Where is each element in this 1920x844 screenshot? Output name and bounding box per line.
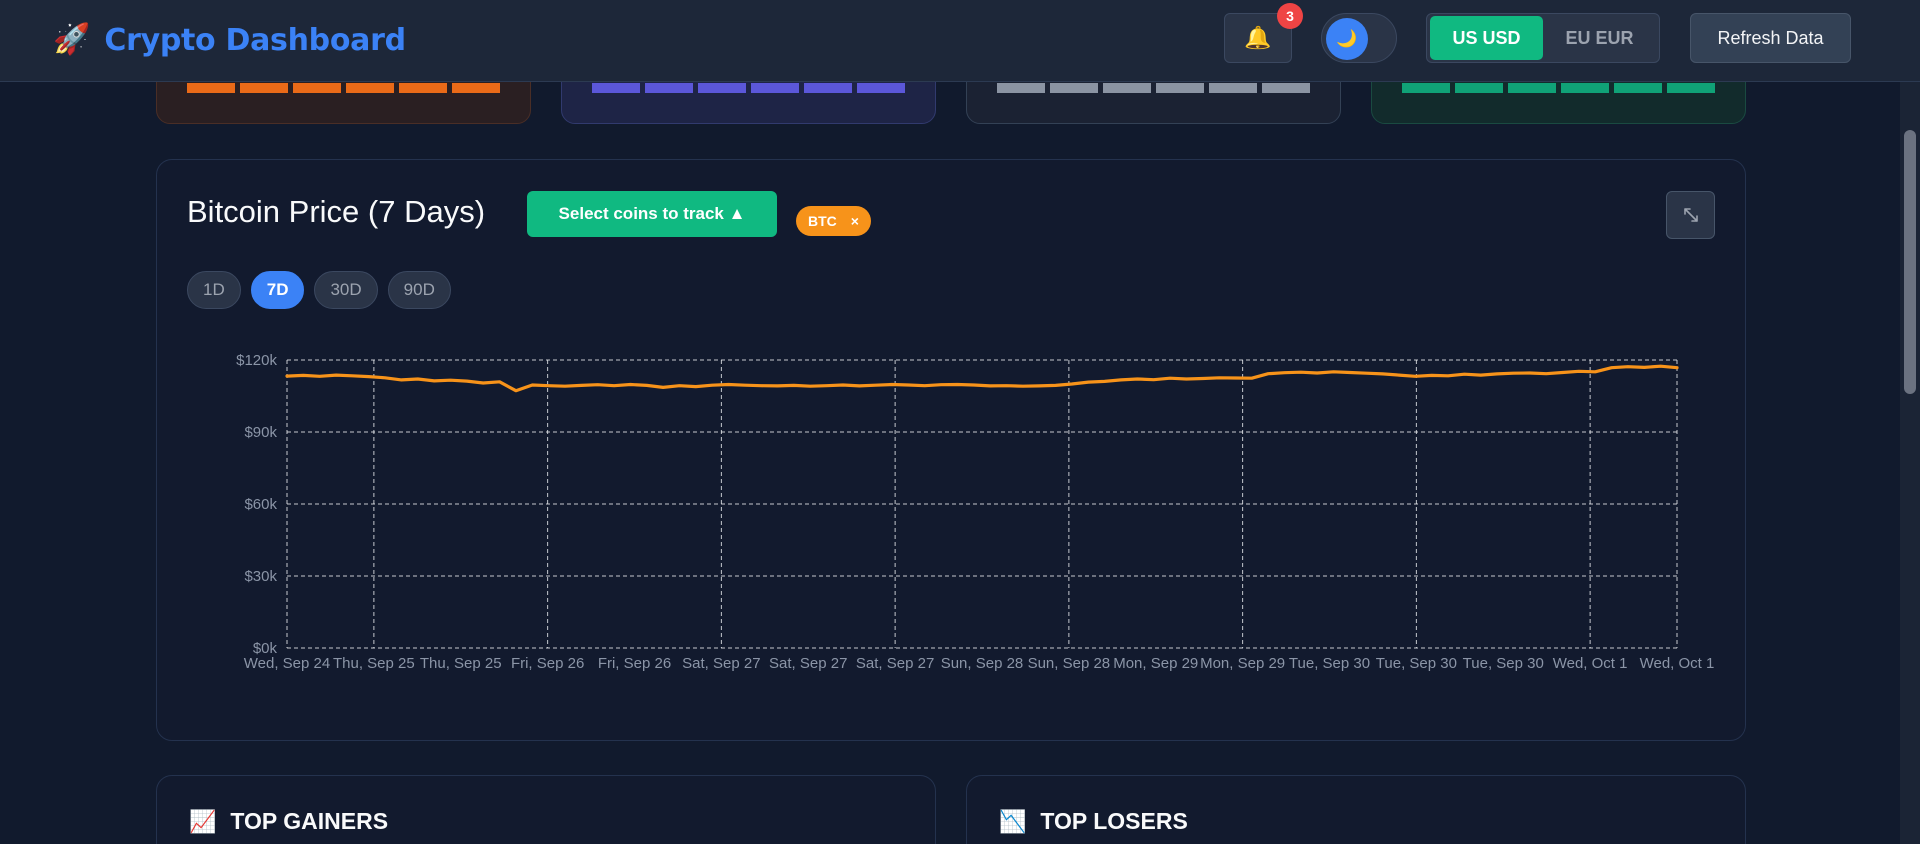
stat-bar: [645, 83, 693, 93]
price-line-chart[interactable]: $0k$30k$60k$90k$120kWed, Sep 24 Thu, Sep …: [157, 160, 1747, 742]
x-tick-label: Mon, Sep 29: [1200, 655, 1285, 672]
x-tick-label: Sat, Sep 27: [856, 655, 934, 672]
x-tick-label: Sun, Sep 28: [1028, 655, 1111, 672]
stat-bar: [1561, 83, 1609, 93]
scrollbar-thumb[interactable]: [1904, 130, 1916, 394]
x-tick-label: Sun, Sep 28: [941, 655, 1024, 672]
stat-card-1-sparkline: [187, 83, 500, 93]
x-tick-label: Mon, Sep 29: [1113, 655, 1198, 672]
stat-bar: [293, 83, 341, 93]
refresh-data-button[interactable]: Refresh Data: [1690, 13, 1851, 63]
stat-bar: [1209, 83, 1257, 93]
stat-card-2-sparkline: [592, 83, 905, 93]
stat-bar: [1050, 83, 1098, 93]
page-scrollbar[interactable]: [1900, 0, 1920, 844]
top-gainers-card: 📈 TOP GAINERS: [156, 775, 936, 844]
currency-switch: US USD EU EUR: [1426, 13, 1660, 63]
chart-up-icon: 📈: [189, 808, 217, 834]
stat-bar: [804, 83, 852, 93]
top-gainers-title: TOP GAINERS: [230, 808, 389, 834]
x-tick-label: Fri, Sep 26: [598, 655, 671, 672]
stat-bar: [698, 83, 746, 93]
app-title: Crypto Dashboard: [104, 22, 406, 58]
y-tick-label: $120k: [236, 352, 277, 369]
theme-toggle[interactable]: 🌙: [1321, 13, 1397, 63]
moon-icon: 🌙: [1336, 29, 1358, 48]
stat-bar: [240, 83, 288, 93]
btc-price-line[interactable]: [285, 364, 1679, 393]
rocket-icon: 🚀: [53, 23, 91, 56]
x-tick-label: Thu, Sep 25: [333, 655, 415, 672]
x-tick-label: Thu, Sep 25: [420, 655, 502, 672]
bell-icon: 🔔: [1244, 25, 1272, 50]
stat-bar: [1103, 83, 1151, 93]
x-tick-label: Sat, Sep 27: [769, 655, 847, 672]
x-tick-label: Wed, Oct 1: [1553, 655, 1628, 672]
x-tick-label: Tue, Sep 30: [1463, 655, 1544, 672]
y-tick-label: $60k: [244, 496, 277, 513]
top-losers-card: 📉 TOP LOSERS: [966, 775, 1746, 844]
stat-bar: [751, 83, 799, 93]
top-losers-title: TOP LOSERS: [1040, 808, 1188, 834]
stat-bar: [857, 83, 905, 93]
chart-down-icon: 📉: [999, 808, 1027, 834]
stat-card-3-sparkline: [997, 83, 1310, 93]
theme-toggle-knob: 🌙: [1326, 18, 1368, 60]
x-tick-label: Tue, Sep 30: [1376, 655, 1457, 672]
x-tick-label: Fri, Sep 26: [511, 655, 584, 672]
stat-bar: [399, 83, 447, 93]
stat-bar: [187, 83, 235, 93]
x-tick-label: Wed, Sep 24: [244, 655, 330, 672]
top-header: 🚀 Crypto Dashboard 🔔 3 🌙 US USD EU EUR R…: [0, 0, 1920, 82]
x-tick-label: Wed, Oct 1: [1640, 655, 1715, 672]
stat-bar: [1667, 83, 1715, 93]
stat-bar: [1614, 83, 1662, 93]
notifications-button[interactable]: 🔔 3: [1224, 3, 1303, 63]
stat-bar: [346, 83, 394, 93]
currency-eur-button[interactable]: EU EUR: [1543, 16, 1656, 60]
stat-bar: [1262, 83, 1310, 93]
price-chart-card: Bitcoin Price (7 Days) Select coins to t…: [156, 159, 1746, 741]
stat-bar: [1508, 83, 1556, 93]
stat-bar: [1402, 83, 1450, 93]
y-tick-label: $30k: [244, 568, 277, 585]
currency-usd-button[interactable]: US USD: [1430, 16, 1543, 60]
stat-bar: [1455, 83, 1503, 93]
x-tick-label: Tue, Sep 30: [1289, 655, 1370, 672]
stat-bar: [592, 83, 640, 93]
stat-bar: [1156, 83, 1204, 93]
x-tick-label: Sat, Sep 27: [682, 655, 760, 672]
stat-bar: [452, 83, 500, 93]
notification-count-badge: 3: [1277, 3, 1303, 29]
brand[interactable]: 🚀 Crypto Dashboard: [53, 20, 406, 60]
stat-card-4-sparkline: [1402, 83, 1715, 93]
y-tick-label: $90k: [244, 424, 277, 441]
stat-bar: [997, 83, 1045, 93]
